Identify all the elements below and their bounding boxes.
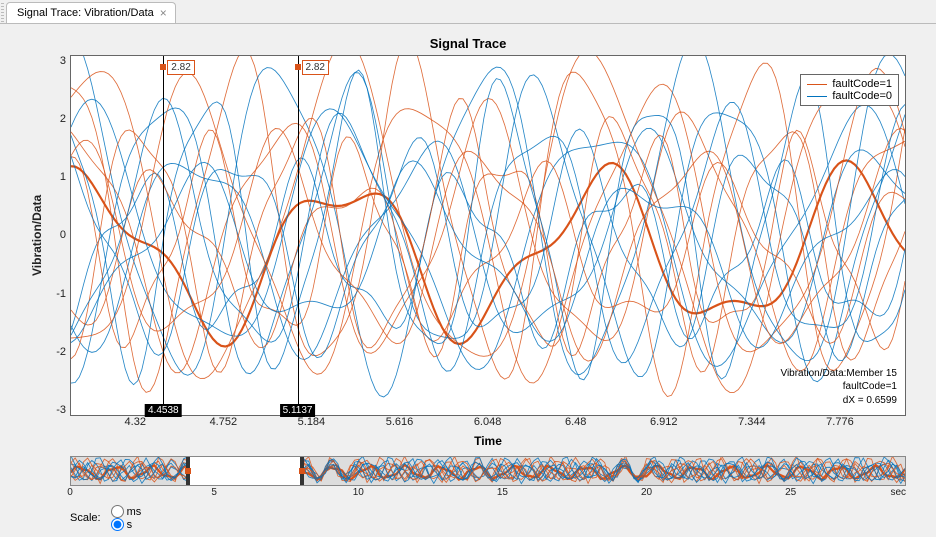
scale-radio-ms[interactable]	[111, 505, 124, 518]
scale-selector: Scale: ms s	[70, 505, 906, 531]
x-tick: 7.776	[826, 416, 854, 428]
chart-title: Signal Trace	[30, 36, 906, 51]
x-tick: 6.048	[474, 416, 502, 428]
legend-swatch	[807, 84, 827, 85]
x-tick: 5.184	[298, 416, 326, 428]
legend-swatch	[807, 96, 827, 97]
legend[interactable]: faultCode=1faultCode=0	[800, 74, 899, 106]
panner-window[interactable]	[186, 457, 304, 485]
info-member: Vibration/Data:Member 15	[780, 367, 897, 381]
x-tick: 4.752	[210, 416, 238, 428]
panner: 0 5 10 15 20 25 sec	[70, 456, 906, 501]
legend-entry[interactable]: faultCode=1	[807, 78, 892, 90]
panner-tick: 0	[67, 487, 73, 498]
scale-radio-s[interactable]	[111, 518, 124, 531]
legend-label: faultCode=1	[832, 78, 892, 90]
tab-bar: Signal Trace: Vibration/Data ×	[0, 0, 936, 24]
legend-entry[interactable]: faultCode=0	[807, 90, 892, 102]
chart-area: Vibration/Data 3210-1-2-3 faultCode=1fau…	[30, 55, 906, 416]
y-tick: -3	[48, 404, 66, 416]
panner-tick: 20	[641, 487, 652, 498]
y-tick: 3	[48, 55, 66, 67]
close-icon[interactable]: ×	[160, 7, 167, 19]
panner-tick: 5	[211, 487, 217, 498]
x-tick: 5.616	[386, 416, 414, 428]
scale-label: Scale:	[70, 512, 101, 524]
app-window: Signal Trace: Vibration/Data × Signal Tr…	[0, 0, 936, 537]
data-cursor[interactable]	[163, 56, 164, 415]
scale-option-ms[interactable]: ms	[111, 505, 142, 518]
panner-tick: 25	[785, 487, 796, 498]
y-tick: -2	[48, 346, 66, 358]
plot-area[interactable]: faultCode=1faultCode=0 Vibration/Data:Me…	[70, 55, 906, 416]
plot-lines	[71, 56, 905, 415]
y-tick: -1	[48, 288, 66, 300]
y-tick: 1	[48, 171, 66, 183]
x-axis-ticks: 4.32 4.752 5.184 5.616 6.048 6.48 6.912 7.344 7.…	[70, 416, 906, 432]
chart-panel: Signal Trace Vibration/Data 3210-1-2-3 f…	[0, 24, 936, 537]
panner-track[interactable]	[70, 456, 906, 486]
y-tick: 2	[48, 113, 66, 125]
y-axis-label: Vibration/Data	[30, 55, 48, 416]
peak-marker	[160, 64, 166, 70]
info-dx: dX = 0.6599	[780, 394, 897, 408]
legend-label: faultCode=0	[832, 90, 892, 102]
tab-signal-trace[interactable]: Signal Trace: Vibration/Data ×	[6, 2, 176, 23]
x-tick: 6.48	[565, 416, 586, 428]
peak-label: 2.82	[302, 60, 329, 75]
y-tick: 0	[48, 229, 66, 241]
data-cursor[interactable]	[298, 56, 299, 415]
info-box: Vibration/Data:Member 15 faultCode=1 dX …	[780, 367, 897, 408]
x-axis-label: Time	[70, 434, 906, 448]
panner-tick: 10	[353, 487, 364, 498]
panner-unit: sec	[890, 487, 906, 498]
scale-option-s[interactable]: s	[111, 518, 142, 531]
x-tick: 7.344	[738, 416, 766, 428]
panner-ticks: 0 5 10 15 20 25 sec	[70, 487, 906, 501]
peak-label: 2.82	[167, 60, 194, 75]
panner-tick: 15	[497, 487, 508, 498]
info-code: faultCode=1	[780, 380, 897, 394]
tab-title: Signal Trace: Vibration/Data	[17, 7, 154, 19]
y-axis-ticks: 3 2 1 0 -1 -2 -3	[48, 55, 70, 416]
x-tick: 6.912	[650, 416, 678, 428]
x-tick: 4.32	[125, 416, 146, 428]
peak-marker	[295, 64, 301, 70]
